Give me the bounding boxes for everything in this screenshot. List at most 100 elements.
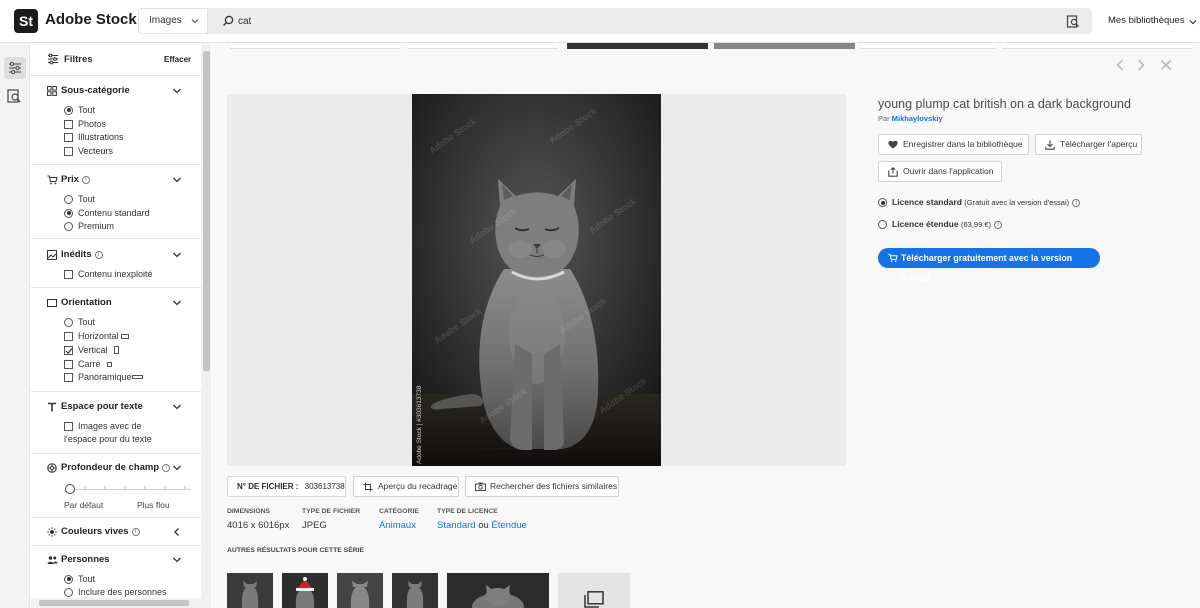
result-thumbnail[interactable] [1002, 43, 1192, 49]
people-section: Personnes Tout Inclure des personnes [31, 546, 201, 598]
chevron-down-icon [1189, 20, 1197, 25]
info-icon[interactable]: i [1072, 199, 1081, 207]
watermark-id: Adobe Stock | #303613738 [416, 385, 423, 464]
info-icon[interactable]: i [994, 221, 1003, 229]
people-title[interactable]: Personnes [61, 554, 110, 565]
price-title[interactable]: Prix i [61, 174, 90, 185]
info-icon[interactable]: i [131, 528, 140, 536]
scrollbar-thumb[interactable] [203, 51, 210, 371]
free-trial-download-button[interactable]: Télécharger gratuitement avec la version… [878, 248, 1100, 283]
license-standard-option[interactable]: Licence standard (Gratuit avec la versio… [878, 197, 1108, 209]
result-thumbnail[interactable] [230, 43, 400, 49]
radio-button[interactable] [878, 220, 887, 229]
license-extended-option[interactable]: Licence étendue (63,99 €) i [878, 219, 1078, 231]
radio-button[interactable] [64, 194, 73, 204]
close-icon[interactable] [1160, 59, 1172, 71]
filters-horizontal-scrollbar[interactable] [31, 598, 211, 608]
category-link[interactable]: Animaux [379, 520, 416, 531]
radio-button[interactable] [64, 317, 73, 327]
checkbox[interactable] [64, 331, 73, 341]
author-line: Par Mikhaylovskiy [878, 114, 943, 123]
info-icon[interactable]: i [81, 176, 90, 184]
download-preview-button[interactable]: Télécharger l'aperçu [1035, 134, 1142, 155]
crop-preview-button[interactable]: Aperçu du recadrage [353, 476, 459, 497]
unreleased-title[interactable]: Inédits i [61, 249, 103, 260]
standard-license-link[interactable]: Standard [437, 520, 476, 531]
series-thumbnail[interactable] [392, 573, 438, 608]
checkbox[interactable] [64, 421, 73, 431]
app-title[interactable]: Adobe Stock [45, 11, 137, 28]
slider-handle[interactable] [65, 484, 75, 494]
scrollbar-thumb[interactable] [39, 600, 189, 606]
checkbox[interactable] [64, 146, 73, 156]
series-thumbnail[interactable] [447, 573, 549, 608]
radio-button[interactable] [64, 105, 73, 115]
copy-space-title[interactable]: Espace pour texte [61, 401, 143, 412]
filters-scrollbar[interactable] [201, 43, 211, 598]
checkbox[interactable] [64, 119, 73, 129]
open-in-app-button[interactable]: Ouvrir dans l'application [878, 161, 1002, 182]
info-icon[interactable]: i [94, 251, 103, 259]
filters-toggle-button[interactable] [4, 57, 26, 79]
chevron-down-icon[interactable] [172, 251, 182, 259]
chevron-down-icon[interactable] [172, 299, 182, 307]
cat-preview-image[interactable]: Adobe Stock Adobe Stock Adobe Stock Adob… [412, 94, 661, 466]
visual-search-icon[interactable] [1066, 14, 1080, 28]
chevron-down-icon[interactable] [172, 556, 182, 564]
checkbox[interactable] [64, 345, 73, 355]
subcategory-section: Sous-catégorie Tout Photos Illustrations… [31, 76, 201, 165]
find-similar-button[interactable]: Rechercher des fichiers similaires [465, 476, 619, 497]
result-thumbnail[interactable] [714, 43, 855, 49]
info-icon[interactable]: i [162, 464, 171, 472]
result-thumbnail[interactable] [567, 43, 708, 49]
adobe-stock-logo[interactable]: St [14, 9, 38, 33]
chevron-down-icon[interactable] [172, 87, 182, 95]
depth-of-field-title[interactable]: Profondeur de champ i [61, 462, 171, 473]
radio-button[interactable] [64, 574, 73, 584]
my-libraries-button[interactable]: Mes bibliothèques [1108, 15, 1197, 26]
save-to-library-button[interactable]: Enregistrer dans la bibliothèque [878, 134, 1029, 155]
chevron-down-icon[interactable] [172, 403, 182, 411]
radio-button[interactable] [64, 221, 73, 231]
text-icon [48, 402, 56, 412]
extended-license-link[interactable]: Étendue [491, 520, 526, 531]
vertical-shape-icon [114, 346, 120, 354]
depth-slider[interactable] [65, 484, 191, 496]
result-thumbnail[interactable] [408, 43, 558, 49]
chevron-down-icon[interactable] [172, 464, 182, 472]
frame-icon [47, 299, 57, 307]
result-thumbnail[interactable] [861, 43, 996, 49]
previous-arrow-icon[interactable] [1115, 59, 1125, 71]
search-input[interactable] [238, 12, 938, 30]
clear-filters-link[interactable]: Effacer [164, 55, 191, 64]
unreleased-section: Inédits i Contenu inexploité [31, 239, 201, 288]
depth-of-field-label: Profondeur de champ [61, 462, 160, 473]
vivid-colors-title[interactable]: Couleurs vives i [61, 526, 140, 537]
chevron-left-icon[interactable] [172, 527, 182, 537]
radio-button[interactable] [64, 587, 73, 597]
visual-search-icon[interactable] [6, 88, 22, 104]
series-thumbnail[interactable] [282, 573, 328, 608]
series-thumbnail[interactable] [337, 573, 383, 608]
download-icon [1045, 140, 1055, 150]
author-link[interactable]: Mikhaylovskiy [892, 114, 943, 123]
file-number-value: 303613738 [304, 482, 345, 491]
square-shape-icon [107, 362, 113, 367]
radio-button[interactable] [878, 198, 887, 207]
next-arrow-icon[interactable] [1136, 59, 1146, 71]
asset-type-label: Images [149, 15, 182, 26]
more-series-button[interactable] [558, 573, 630, 608]
license-extended-note: (63,99 €) [960, 220, 992, 229]
by-label: Par [878, 114, 890, 123]
checkbox[interactable] [64, 269, 73, 279]
radio-button[interactable] [64, 208, 73, 218]
chevron-down-icon[interactable] [172, 176, 182, 184]
left-rail [0, 43, 30, 608]
asset-type-select[interactable]: Images [138, 8, 208, 34]
series-thumbnail[interactable] [227, 573, 273, 608]
subcategory-title[interactable]: Sous-catégorie [61, 85, 130, 96]
orientation-title[interactable]: Orientation [61, 297, 112, 308]
checkbox[interactable] [64, 132, 73, 142]
checkbox[interactable] [64, 372, 73, 382]
checkbox[interactable] [64, 359, 73, 369]
